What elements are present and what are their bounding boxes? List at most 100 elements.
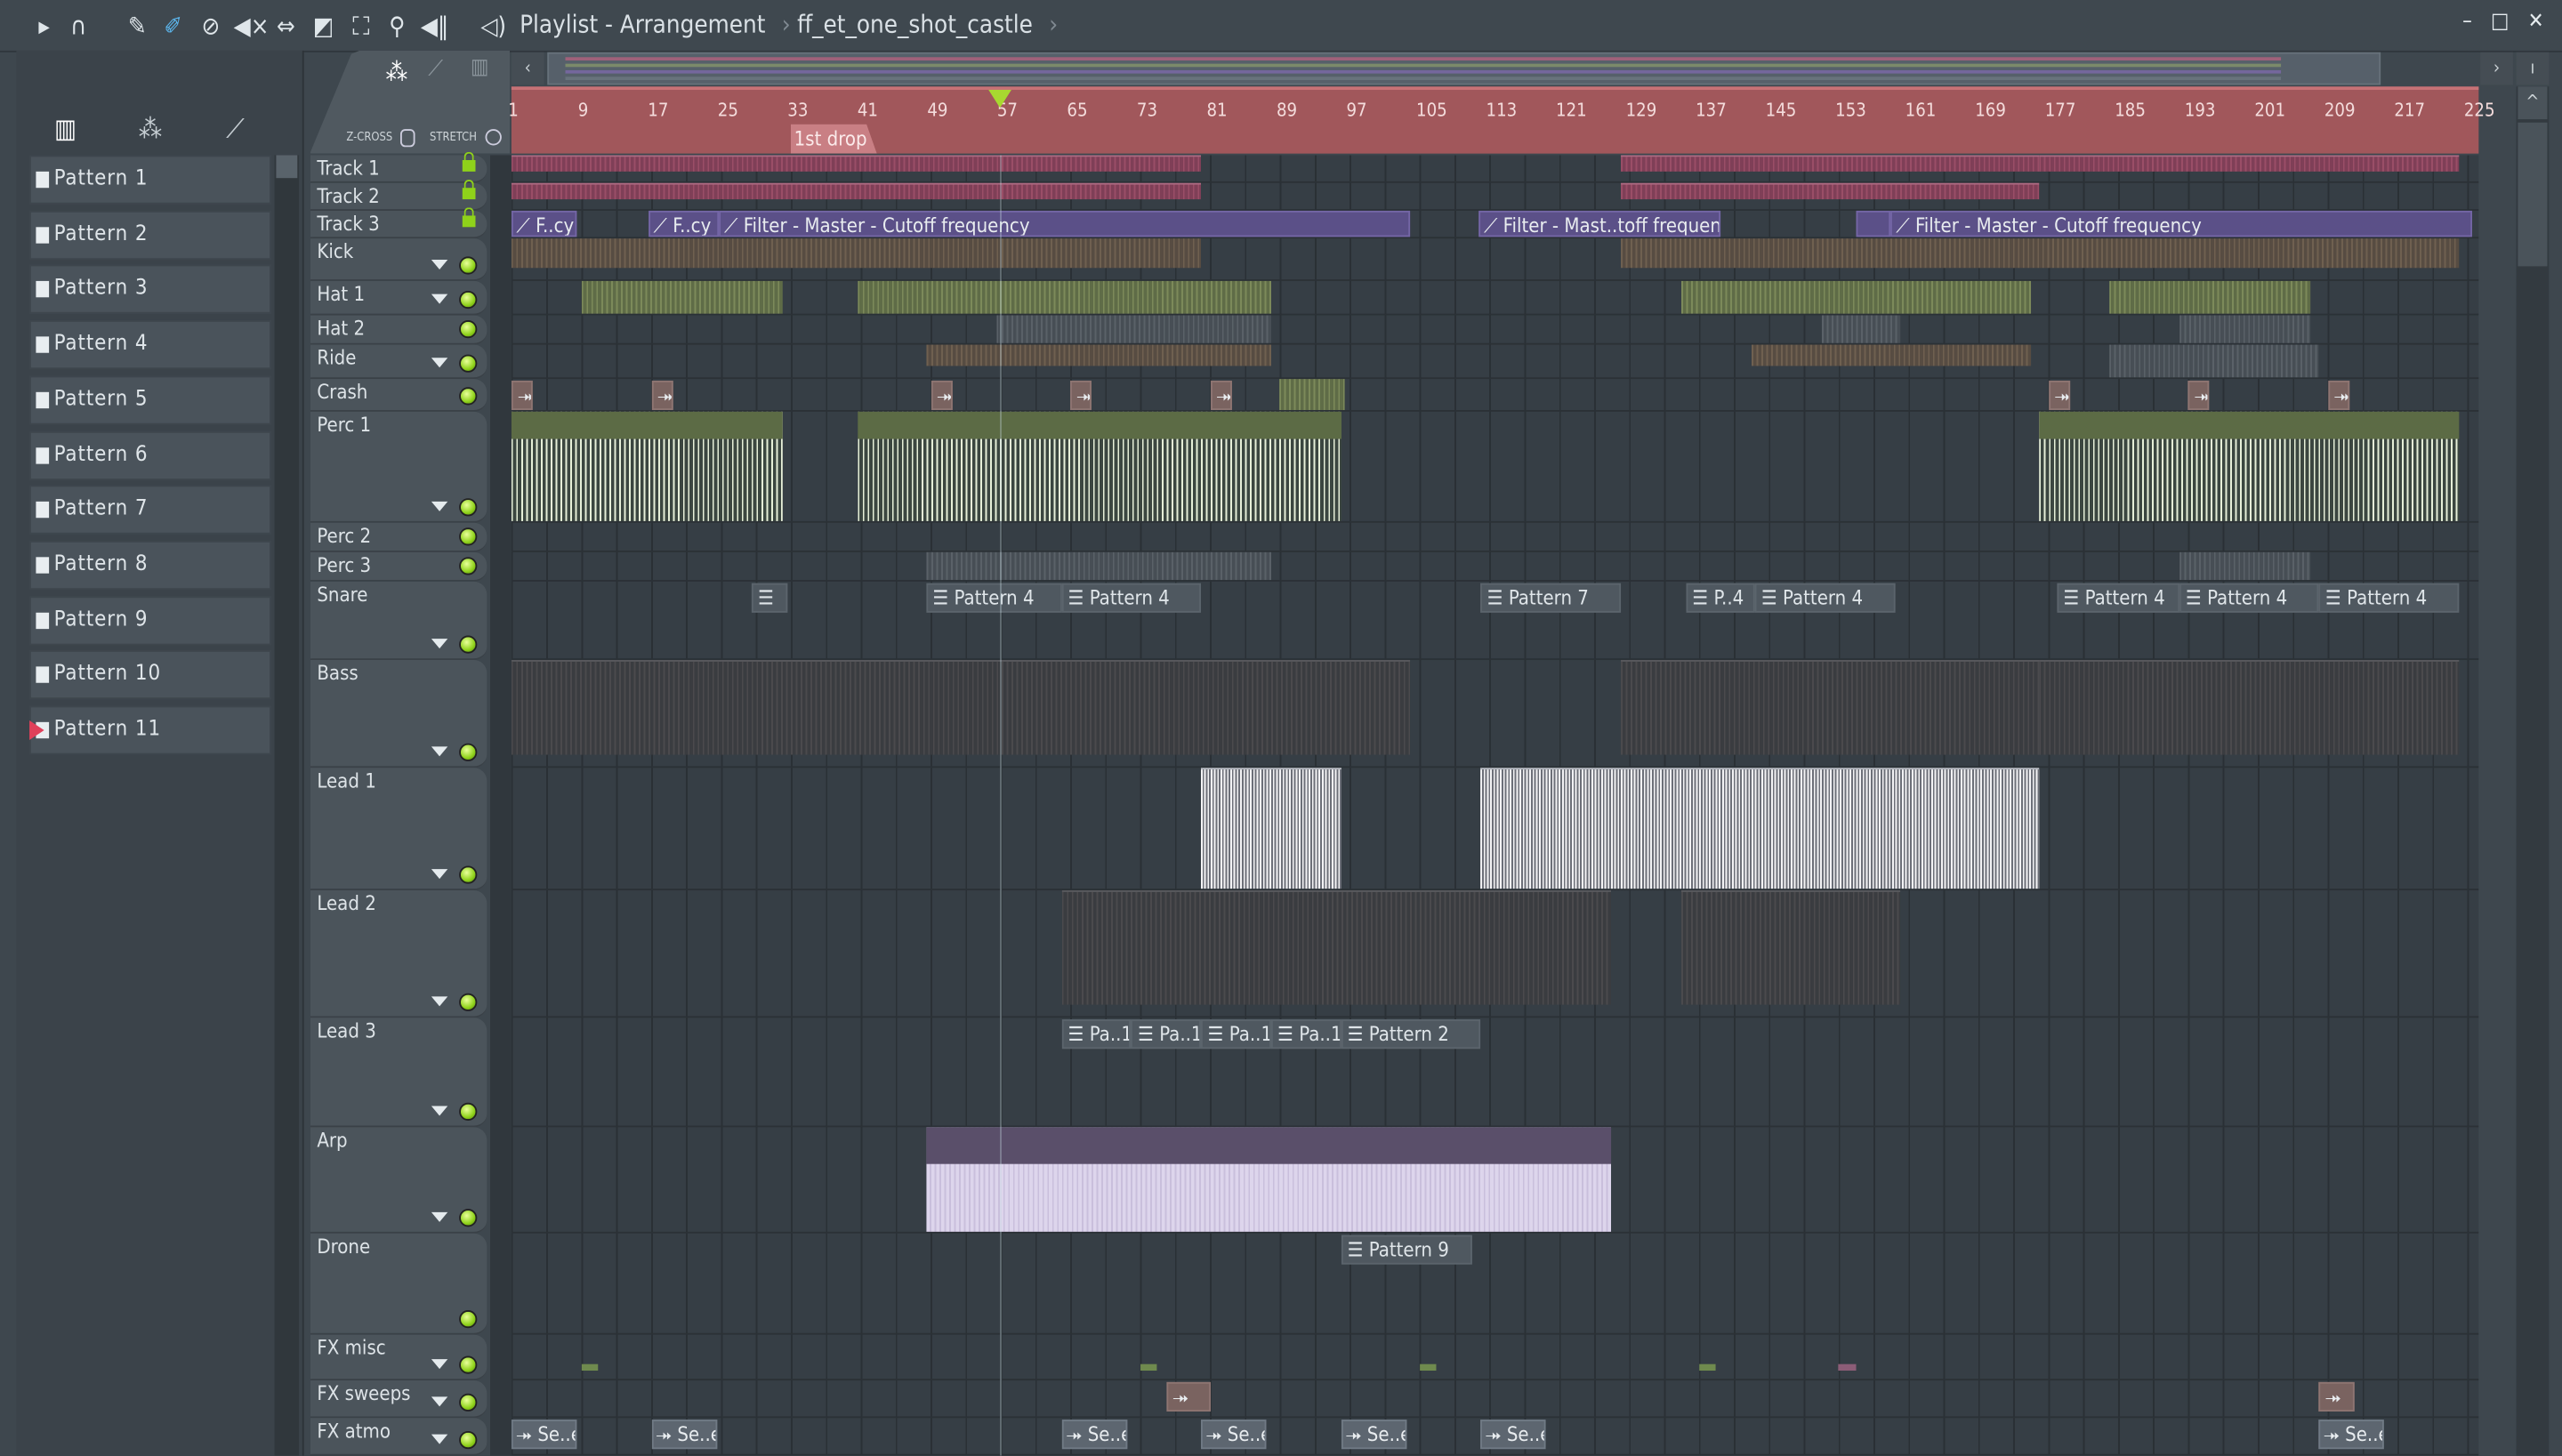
audio-clip[interactable] [1620, 660, 2040, 755]
project-name[interactable]: ff_et_one_shot_castle [797, 10, 1033, 39]
track-enable-led[interactable] [459, 527, 478, 546]
audio-clip[interactable]: ⯮ [650, 380, 673, 411]
play-menu-icon[interactable]: ▸ [29, 12, 59, 41]
audio-clip[interactable] [926, 344, 1271, 366]
automation-mode-icon[interactable]: ⟋ [428, 57, 443, 82]
timeline-ruler[interactable]: 1st drop 1 9 17 25 33 41 49 57 65 73 81 89 97 105 113 1… [508, 86, 2495, 154]
track-lane[interactable] [511, 1018, 2479, 1128]
track-header[interactable]: Hat 2 [310, 315, 487, 345]
track-header[interactable]: Lead 3 [310, 1018, 487, 1128]
automation-clip[interactable]: ⟋ Filter - Master - Cutoff frequency [1890, 210, 2472, 237]
pattern-item[interactable]: Pattern 3 [29, 265, 271, 315]
speaker-icon[interactable]: ◁) [479, 12, 508, 41]
pattern-clip[interactable]: ☰ Pattern 7 [1480, 583, 1621, 613]
automation-clip[interactable]: ⟋ F..cy [648, 210, 720, 237]
track-enable-led[interactable] [459, 1209, 478, 1227]
audio-clip[interactable] [996, 315, 1271, 343]
track-enable-led[interactable] [459, 1102, 478, 1121]
track-header[interactable]: Crash [310, 379, 487, 412]
track-enable-led[interactable] [459, 1430, 478, 1450]
pattern-item[interactable]: Pattern 1 [29, 155, 271, 205]
track-lane[interactable] [511, 379, 2479, 412]
pattern-clip[interactable]: ☰ Pattern 2 [1341, 1019, 1481, 1050]
audio-clip[interactable] [2179, 551, 2310, 581]
pattern-item[interactable]: Pattern 6 [29, 430, 271, 480]
lock-icon[interactable] [462, 180, 476, 200]
track-lane[interactable] [511, 1380, 2479, 1419]
dropdown-arrow-icon[interactable] [431, 639, 448, 649]
lock-icon[interactable] [462, 207, 476, 228]
track-header[interactable]: Lead 1 [310, 768, 487, 891]
pattern-clip[interactable]: ☰ Pattern 4 [2179, 583, 2319, 613]
dropdown-arrow-icon[interactable] [431, 1434, 448, 1444]
track-header[interactable]: Perc 3 [310, 551, 487, 582]
audio-clip[interactable] [1620, 238, 2459, 269]
audio-wave-icon[interactable]: ⁂ [127, 113, 173, 146]
track-header[interactable]: FX atmo [310, 1418, 487, 1456]
zoom-icon[interactable]: ⚲ [383, 12, 412, 41]
stretch-toggle[interactable] [485, 129, 502, 146]
pencil-draw-icon[interactable]: ✎ [123, 12, 152, 41]
pattern-clip[interactable]: ☰ P..4 [1686, 583, 1755, 613]
audio-clip[interactable]: ⯮ [1166, 1381, 1211, 1412]
pattern-clip[interactable]: ☰ Pa..1 [1061, 1019, 1132, 1050]
pattern-clip[interactable]: ☰ Pattern 4 [2057, 583, 2179, 613]
pattern-item[interactable]: Pattern 2 [29, 210, 271, 260]
pattern-clip[interactable]: ☰ Pa..1 [1131, 1019, 1202, 1050]
audio-clip[interactable] [2039, 155, 2459, 172]
maximize-button[interactable]: □ [2487, 10, 2513, 35]
audio-clip[interactable] [1681, 890, 1900, 1005]
audio-clip[interactable] [1279, 379, 1346, 411]
audio-clip[interactable]: ⯮ Se..e [1061, 1420, 1127, 1450]
select-icon[interactable]: ⛶ [346, 12, 375, 41]
track-enable-led[interactable] [459, 290, 478, 310]
overview-menu-button[interactable]: ı [2516, 52, 2550, 85]
track-enable-led[interactable] [459, 1310, 478, 1329]
automation-clip[interactable]: ⟋ F..cy [511, 210, 577, 237]
audio-clip[interactable] [1838, 1363, 1857, 1372]
delete-icon[interactable]: ⊘ [196, 12, 225, 41]
audio-clip[interactable] [858, 411, 1341, 521]
track-enable-led[interactable] [459, 993, 478, 1011]
automation-clip[interactable]: ⟋ Filter - Mast..toff frequency [1478, 210, 1721, 237]
track-header[interactable]: Perc 1 [310, 411, 487, 523]
audio-clip[interactable]: ⯮ [511, 380, 534, 411]
audio-clip[interactable] [1751, 344, 2031, 366]
dropdown-arrow-icon[interactable] [431, 996, 448, 1007]
audio-clip[interactable] [858, 280, 1271, 314]
automation-clip[interactable]: ⟋ Filter - Master - Cutoff frequency [719, 210, 1411, 237]
track-header[interactable]: Track 1 [310, 151, 487, 183]
pattern-item[interactable]: Pattern 5 [29, 375, 271, 425]
pattern-clip[interactable]: ☰ [751, 583, 788, 613]
track-enable-led[interactable] [459, 354, 478, 373]
track-header[interactable]: Lead 2 [310, 890, 487, 1018]
scroll-right-button[interactable]: › [2480, 52, 2513, 85]
audio-clip[interactable]: ⯮ [931, 380, 953, 411]
track-header[interactable]: FX sweeps [310, 1380, 487, 1419]
audio-clip[interactable]: ⯮ Se..e [511, 1420, 577, 1450]
audio-clip[interactable]: ⯮ [2187, 380, 2211, 411]
dropdown-arrow-icon[interactable] [431, 1106, 448, 1116]
track-header[interactable]: Snare [310, 581, 487, 661]
audio-clip[interactable]: ⯮ [2327, 380, 2350, 411]
track-header[interactable]: Drone [310, 1233, 487, 1335]
audio-clip[interactable] [2179, 315, 2310, 343]
slip-icon[interactable]: ⇔ [271, 12, 301, 41]
audio-clip[interactable] [2109, 280, 2310, 314]
audio-clip[interactable] [926, 551, 1271, 581]
scroll-left-button[interactable]: ‹ [511, 52, 544, 85]
close-button[interactable]: ✕ [2523, 10, 2549, 35]
track-enable-led[interactable] [459, 865, 478, 884]
track-enable-led[interactable] [459, 498, 478, 517]
slice-icon[interactable]: ◩ [309, 12, 338, 41]
lock-icon[interactable] [462, 151, 476, 172]
audio-clip[interactable] [1698, 1363, 1717, 1372]
zcross-toggle[interactable] [399, 129, 415, 148]
vertical-scrollbar[interactable]: ^ [2516, 86, 2550, 1456]
track-header[interactable]: Perc 2 [310, 522, 487, 552]
pattern-clip[interactable]: ☰ Pattern 4 [926, 583, 1062, 613]
track-enable-led[interactable] [459, 319, 478, 339]
audio-clip[interactable] [1620, 182, 2040, 200]
audio-clip[interactable]: ⯮ Se..e [1341, 1420, 1406, 1450]
scroll-up-button[interactable]: ^ [2518, 86, 2548, 120]
